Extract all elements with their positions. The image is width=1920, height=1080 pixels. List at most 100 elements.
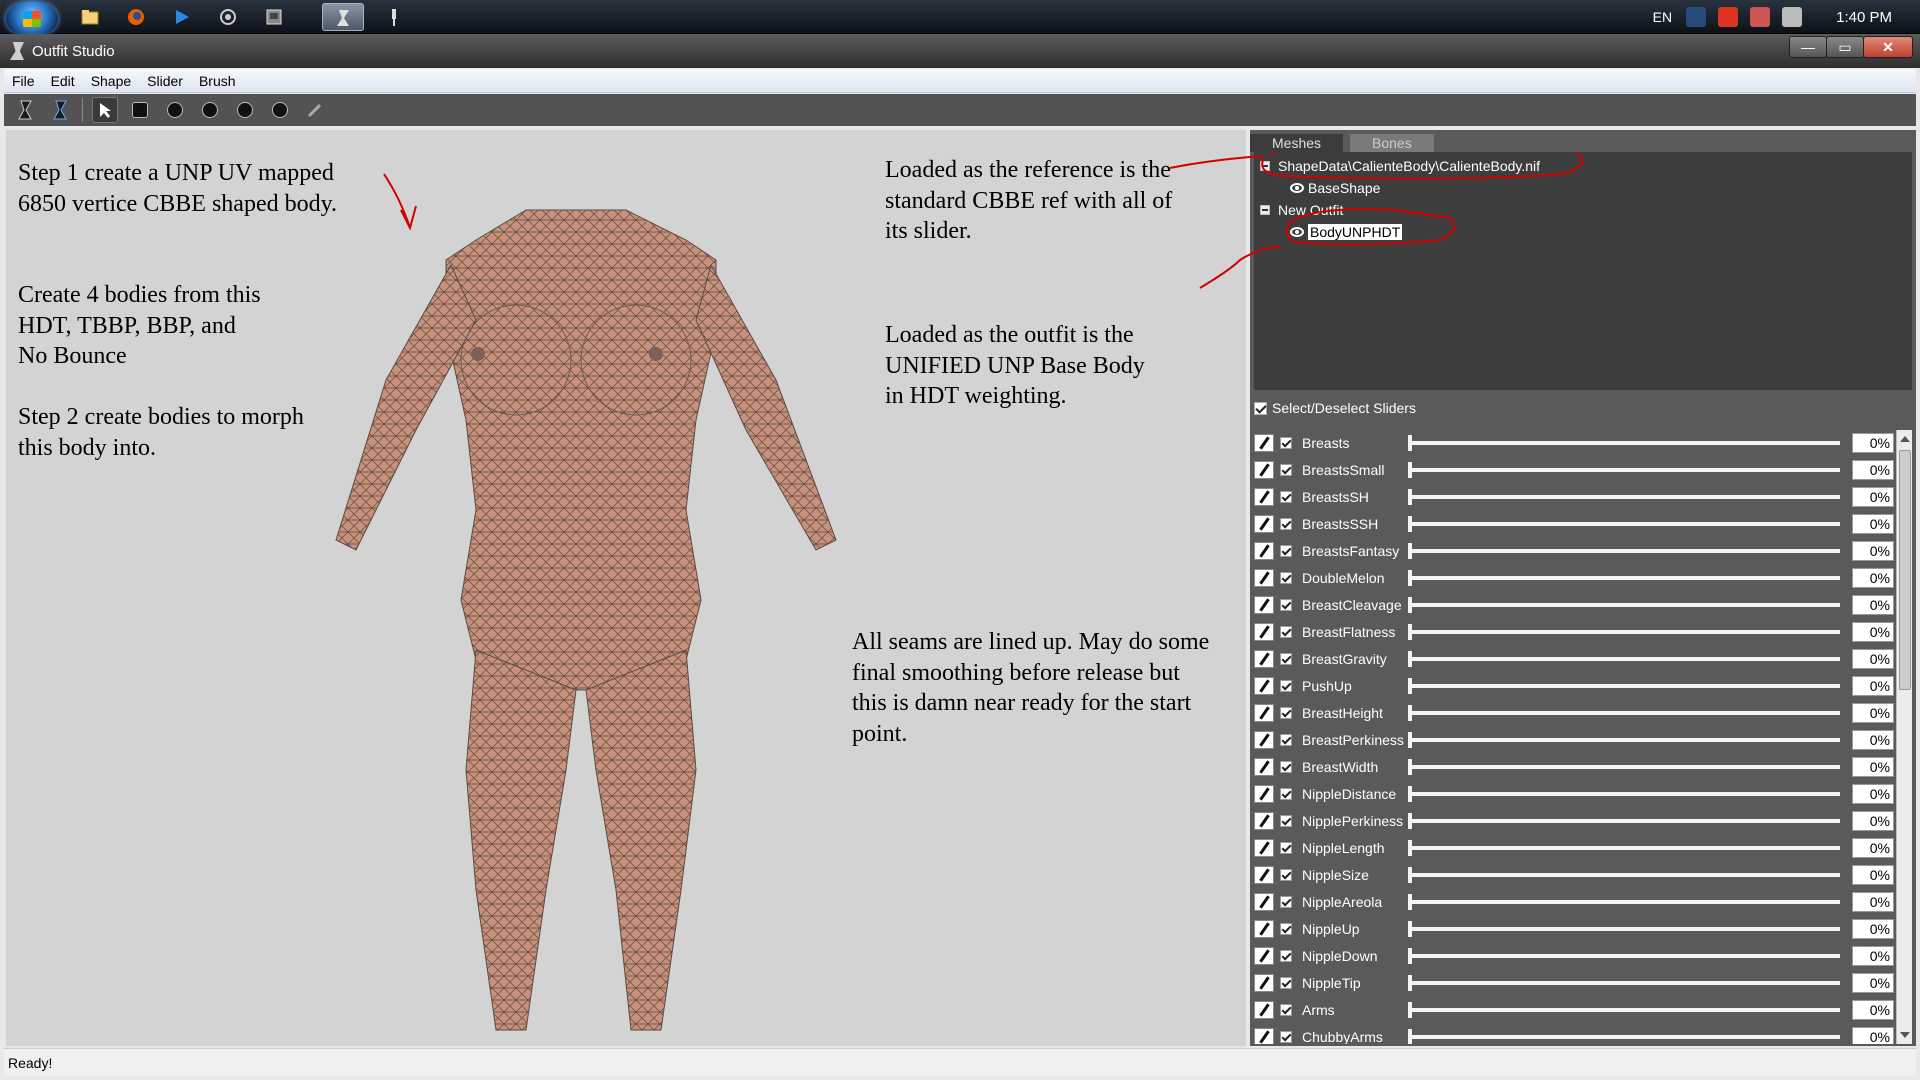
slider-track[interactable] xyxy=(1408,489,1840,505)
slider-checkbox[interactable] xyxy=(1280,572,1292,584)
deflate-brush-button[interactable] xyxy=(197,97,223,123)
edit-slider-icon[interactable] xyxy=(1254,1028,1274,1044)
slider-track[interactable] xyxy=(1408,1002,1840,1018)
slider-thumb[interactable] xyxy=(1408,867,1412,883)
edit-slider-icon[interactable] xyxy=(1254,812,1274,830)
minimize-button[interactable]: — xyxy=(1789,36,1827,58)
mask-brush-button[interactable] xyxy=(127,97,153,123)
slider-track[interactable] xyxy=(1408,948,1840,964)
select-all-checkbox[interactable] xyxy=(1254,401,1267,415)
3d-viewport[interactable]: Step 1 create a UNP UV mapped 6850 verti… xyxy=(6,130,1246,1046)
edit-slider-icon[interactable] xyxy=(1254,542,1274,560)
slider-track[interactable] xyxy=(1408,813,1840,829)
slider-track[interactable] xyxy=(1408,867,1840,883)
slider-checkbox[interactable] xyxy=(1280,869,1292,881)
slider-track[interactable] xyxy=(1408,759,1840,775)
select-brush-button[interactable] xyxy=(92,97,118,123)
steam-icon[interactable] xyxy=(1686,7,1707,27)
edit-slider-icon[interactable] xyxy=(1254,893,1274,911)
edit-slider-icon[interactable] xyxy=(1254,758,1274,776)
slider-thumb[interactable] xyxy=(1408,570,1412,586)
slider-value-field[interactable]: 0% xyxy=(1852,919,1894,939)
clock[interactable]: 1:40 PM xyxy=(1836,9,1892,26)
outfit-studio-taskbar-button[interactable] xyxy=(322,3,364,31)
slider-thumb[interactable] xyxy=(1408,732,1412,748)
slider-thumb[interactable] xyxy=(1408,435,1412,451)
slider-track[interactable] xyxy=(1408,1029,1840,1044)
edit-slider-icon[interactable] xyxy=(1254,650,1274,668)
slider-checkbox[interactable] xyxy=(1280,761,1292,773)
slider-checkbox[interactable] xyxy=(1280,545,1292,557)
slider-thumb[interactable] xyxy=(1408,543,1412,559)
slider-thumb[interactable] xyxy=(1408,678,1412,694)
move-brush-button[interactable] xyxy=(232,97,258,123)
edit-slider-icon[interactable] xyxy=(1254,515,1274,533)
slider-thumb[interactable] xyxy=(1408,651,1412,667)
slider-value-field[interactable]: 0% xyxy=(1852,703,1894,723)
start-button[interactable] xyxy=(6,1,58,37)
slider-checkbox[interactable] xyxy=(1280,626,1292,638)
slider-checkbox[interactable] xyxy=(1280,788,1292,800)
slider-value-field[interactable]: 0% xyxy=(1852,433,1894,453)
slider-checkbox[interactable] xyxy=(1280,896,1292,908)
slider-checkbox[interactable] xyxy=(1280,842,1292,854)
slider-thumb[interactable] xyxy=(1408,786,1412,802)
slider-value-field[interactable]: 0% xyxy=(1852,757,1894,777)
slider-thumb[interactable] xyxy=(1408,813,1412,829)
slider-checkbox[interactable] xyxy=(1280,707,1292,719)
edit-slider-icon[interactable] xyxy=(1254,974,1274,992)
adobe-icon[interactable] xyxy=(1718,7,1739,27)
slider-value-field[interactable]: 0% xyxy=(1852,568,1894,588)
maximize-button[interactable]: ▭ xyxy=(1826,36,1864,58)
slider-value-field[interactable]: 0% xyxy=(1852,487,1894,507)
slider-value-field[interactable]: 0% xyxy=(1852,1027,1894,1044)
menu-brush[interactable]: Brush xyxy=(191,73,244,89)
menu-edit[interactable]: Edit xyxy=(43,73,83,89)
title-bar[interactable]: Outfit Studio — ▭ ✕ xyxy=(0,34,1920,68)
firefox-taskbar-button[interactable] xyxy=(116,3,158,31)
slider-thumb[interactable] xyxy=(1408,948,1412,964)
menu-slider[interactable]: Slider xyxy=(139,73,191,89)
select-all-sliders[interactable]: Select/Deselect Sliders xyxy=(1254,398,1416,418)
slider-value-field[interactable]: 0% xyxy=(1852,784,1894,804)
slider-track[interactable] xyxy=(1408,624,1840,640)
slider-track[interactable] xyxy=(1408,570,1840,586)
slider-track[interactable] xyxy=(1408,786,1840,802)
load-outfit-button[interactable] xyxy=(47,97,73,123)
edit-slider-icon[interactable] xyxy=(1254,461,1274,479)
inflate-brush-button[interactable] xyxy=(162,97,188,123)
slider-track[interactable] xyxy=(1408,732,1840,748)
edit-slider-icon[interactable] xyxy=(1254,704,1274,722)
slider-value-field[interactable]: 0% xyxy=(1852,1000,1894,1020)
slider-thumb[interactable] xyxy=(1408,894,1412,910)
edit-slider-icon[interactable] xyxy=(1254,569,1274,587)
pin-taskbar-button[interactable] xyxy=(374,3,416,31)
media-player-taskbar-button[interactable] xyxy=(162,3,204,31)
slider-value-field[interactable]: 0% xyxy=(1852,973,1894,993)
slider-thumb[interactable] xyxy=(1408,759,1412,775)
slider-checkbox[interactable] xyxy=(1280,680,1292,692)
slider-thumb[interactable] xyxy=(1408,489,1412,505)
network-icon[interactable] xyxy=(1750,7,1771,27)
slider-value-field[interactable]: 0% xyxy=(1852,649,1894,669)
slider-value-field[interactable]: 0% xyxy=(1852,811,1894,831)
edit-slider-icon[interactable] xyxy=(1254,731,1274,749)
volume-icon[interactable] xyxy=(1782,7,1803,27)
tree-node-bodyunphdt[interactable]: BodyUNPHDT xyxy=(1290,224,1403,240)
collapse-icon[interactable] xyxy=(1260,161,1270,171)
eye-icon[interactable] xyxy=(1290,227,1304,237)
edit-slider-icon[interactable] xyxy=(1254,677,1274,695)
scroll-down-icon[interactable] xyxy=(1900,1032,1910,1038)
slider-checkbox[interactable] xyxy=(1280,518,1292,530)
smooth-brush-button[interactable] xyxy=(267,97,293,123)
slider-track[interactable] xyxy=(1408,975,1840,991)
slider-track[interactable] xyxy=(1408,597,1840,613)
slider-checkbox[interactable] xyxy=(1280,923,1292,935)
slider-thumb[interactable] xyxy=(1408,1029,1412,1044)
scroll-up-icon[interactable] xyxy=(1900,436,1910,442)
edit-slider-icon[interactable] xyxy=(1254,596,1274,614)
slider-thumb[interactable] xyxy=(1408,516,1412,532)
slider-value-field[interactable]: 0% xyxy=(1852,892,1894,912)
slider-thumb[interactable] xyxy=(1408,624,1412,640)
file-explorer-taskbar-button[interactable] xyxy=(70,3,112,31)
